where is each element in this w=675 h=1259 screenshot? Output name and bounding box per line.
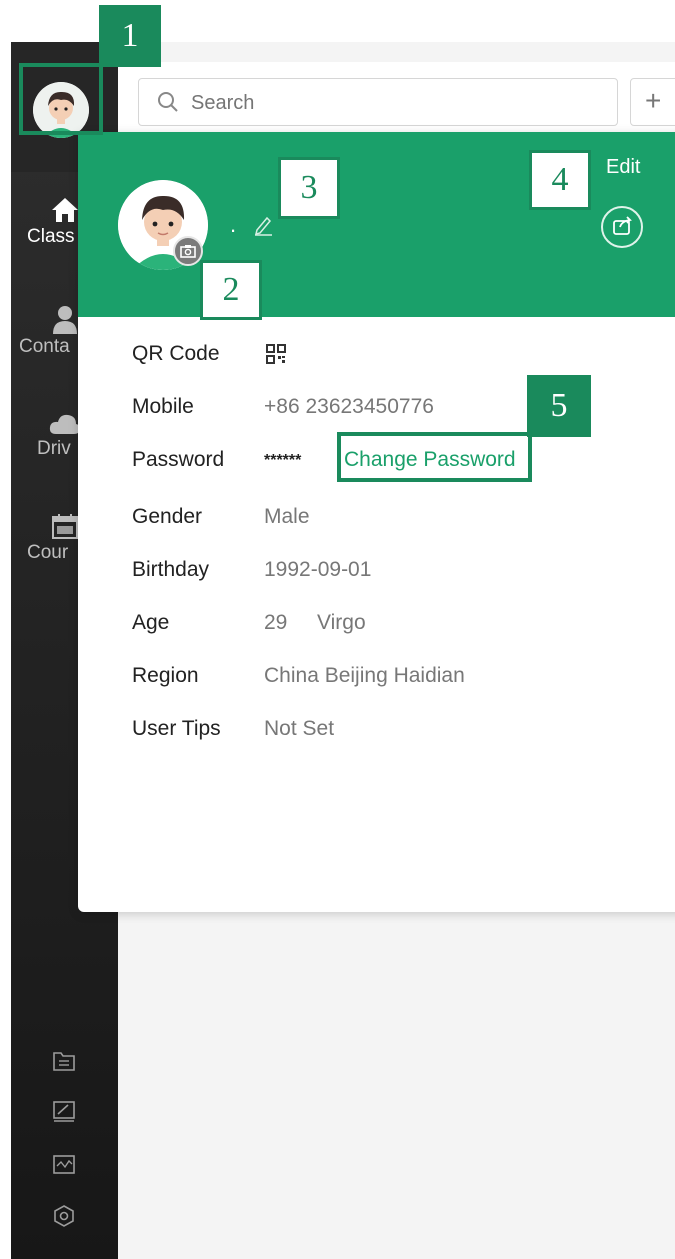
search-icon	[158, 92, 178, 112]
zodiac-value: Virgo	[317, 611, 366, 634]
edit-label[interactable]: Edit	[606, 156, 640, 179]
cloud-icon	[49, 414, 80, 434]
field-label: Birthday	[132, 558, 210, 581]
callout-4: 4	[529, 150, 591, 210]
field-value: +86 23623450776	[264, 395, 434, 418]
add-button[interactable]: +	[630, 78, 675, 126]
callout-3: 3	[278, 157, 340, 219]
search-input[interactable]	[189, 88, 593, 118]
edit-name-icon[interactable]	[252, 214, 274, 236]
folder-transfer-icon[interactable]	[52, 1050, 76, 1072]
highlight-box-change-password	[337, 432, 532, 482]
profile-name: .	[230, 212, 237, 237]
change-avatar-button[interactable]	[173, 236, 203, 266]
field-label: Mobile	[132, 395, 194, 418]
share-edit-icon	[613, 216, 632, 235]
whiteboard-icon[interactable]	[52, 1100, 76, 1122]
field-value: 1992-09-01	[264, 558, 372, 581]
callout-1: 1	[99, 5, 161, 67]
field-label: User Tips	[132, 717, 221, 740]
screen-chart-icon[interactable]	[52, 1154, 76, 1176]
edit-profile-button[interactable]	[601, 206, 643, 248]
field-label: Age	[132, 611, 170, 634]
field-value: Not Set	[264, 717, 335, 740]
field-label: Region	[132, 664, 199, 687]
calendar-icon	[51, 514, 78, 539]
field-label: QR Code	[132, 342, 220, 365]
field-label: Password	[132, 448, 225, 471]
field-value: 29	[264, 611, 288, 634]
password-mask: ******	[264, 452, 302, 469]
field-label: Gender	[132, 505, 203, 528]
home-icon	[51, 198, 78, 222]
settings-hex-icon[interactable]	[52, 1204, 76, 1228]
search-box[interactable]	[138, 78, 618, 126]
highlight-box-avatar	[19, 63, 103, 135]
contacts-icon	[52, 306, 77, 334]
callout-2: 2	[200, 260, 262, 320]
camera-icon	[180, 245, 196, 258]
qr-code-icon[interactable]	[266, 344, 286, 364]
field-value: China Beijing Haidian	[264, 664, 465, 687]
field-value: Male	[264, 505, 310, 528]
callout-5: 5	[527, 375, 591, 437]
